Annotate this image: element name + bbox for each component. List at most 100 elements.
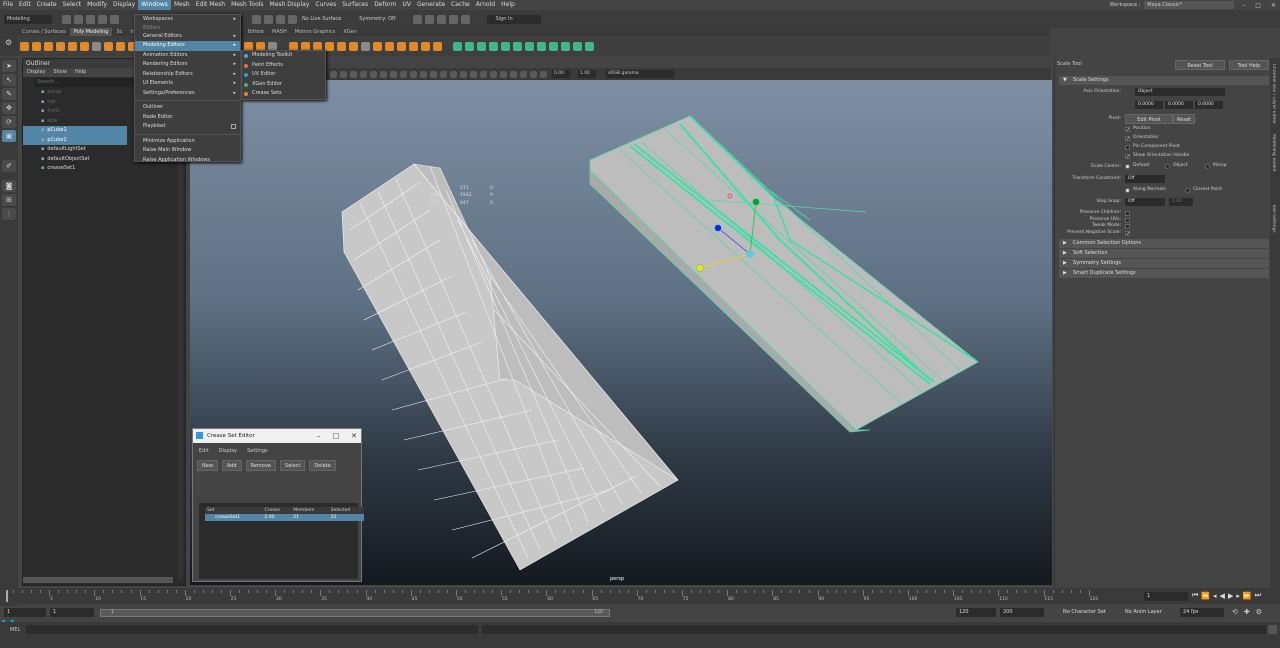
viewport-tool-icon[interactable] bbox=[439, 70, 447, 78]
side-tab[interactable]: Channel Box / Layer Editor bbox=[1271, 64, 1276, 128]
shelf-tool-icon[interactable] bbox=[360, 41, 370, 51]
symmetry-dropdown[interactable]: Symmetry: Off bbox=[359, 16, 395, 22]
pivot-checkbox[interactable]: ✓ bbox=[1125, 127, 1130, 133]
viewport-tool-icon[interactable] bbox=[389, 70, 397, 78]
side-tab[interactable]: Tool Settings bbox=[1271, 204, 1276, 268]
windows-menu-item[interactable]: Rendering Editors ▸ bbox=[135, 60, 240, 70]
step-forward-key-icon[interactable]: ⏩ bbox=[1243, 592, 1252, 600]
playback-start-field[interactable]: 1 bbox=[50, 608, 94, 617]
menu-curves[interactable]: Curves bbox=[312, 0, 339, 10]
menu-surfaces[interactable]: Surfaces bbox=[339, 0, 371, 10]
scale-tool-icon[interactable]: ▣ bbox=[2, 130, 16, 142]
shelf-tool-icon[interactable] bbox=[348, 41, 358, 51]
windows-menu-item[interactable]: UI Elements ▸ bbox=[135, 79, 240, 89]
shelf-gear-icon[interactable]: ⚙ bbox=[0, 28, 18, 56]
windows-menu-item[interactable]: Raise Application Windows bbox=[135, 156, 240, 166]
shelf-tool-icon[interactable] bbox=[55, 41, 65, 51]
open-scene-icon[interactable] bbox=[73, 14, 83, 24]
four-view-icon[interactable]: ⊞ bbox=[2, 194, 16, 206]
outliner-item[interactable]: ▪ pCube1 bbox=[23, 126, 127, 136]
menu-file[interactable]: File bbox=[0, 0, 16, 10]
outliner-menu-show[interactable]: Show bbox=[49, 68, 71, 77]
shelf-tool-icon[interactable] bbox=[43, 41, 53, 51]
crease-menu-settings[interactable]: Settings bbox=[247, 447, 268, 456]
fps-dropdown[interactable]: 24 fps bbox=[1180, 608, 1224, 617]
remove-button[interactable]: Remove bbox=[245, 459, 276, 471]
viewport-tool-icon[interactable] bbox=[539, 70, 547, 78]
current-frame-field[interactable]: 1 bbox=[1144, 592, 1188, 601]
shelf-tool-icon[interactable] bbox=[489, 41, 498, 51]
script-editor-icon[interactable] bbox=[1268, 625, 1277, 634]
outliner-hscrollbar[interactable] bbox=[23, 577, 173, 583]
constraint-radio[interactable] bbox=[1185, 188, 1190, 193]
viewport-tool-icon[interactable] bbox=[379, 70, 387, 78]
menu-uv[interactable]: UV bbox=[400, 0, 415, 10]
windows-menu-item[interactable]: Playblast bbox=[135, 122, 240, 132]
windows-menu-item[interactable]: General Editors ▸ bbox=[135, 32, 240, 42]
menu-generate[interactable]: Generate bbox=[414, 0, 448, 10]
render-icon[interactable] bbox=[412, 14, 422, 24]
menu-windows[interactable]: Windows bbox=[138, 0, 171, 10]
symmetry-settings-section[interactable]: ▶ Symmetry Settings bbox=[1059, 259, 1269, 268]
outliner-menu-display[interactable]: Display bbox=[23, 68, 49, 77]
menu-display[interactable]: Display bbox=[110, 0, 138, 10]
windows-menu-item[interactable]: Modeling Editors ▸ bbox=[135, 41, 240, 51]
shelf-tool-icon[interactable] bbox=[513, 41, 522, 51]
viewport-tool-icon[interactable] bbox=[509, 70, 517, 78]
shelf-tool-icon[interactable] bbox=[525, 41, 534, 51]
render-view-icon[interactable] bbox=[460, 14, 470, 24]
ipr-icon[interactable] bbox=[424, 14, 434, 24]
viewport-tool-icon[interactable] bbox=[349, 70, 357, 78]
reset-tool-button[interactable]: Reset Tool bbox=[1175, 60, 1225, 70]
shelf-tool-icon[interactable] bbox=[465, 41, 474, 51]
viewport-tool-icon[interactable] bbox=[529, 70, 537, 78]
mode-dropdown[interactable]: Modeling bbox=[4, 14, 52, 24]
snap-view-icon[interactable] bbox=[287, 14, 297, 24]
side-tab[interactable]: Modelling Toolkit bbox=[1271, 134, 1276, 198]
viewport-tool-icon[interactable] bbox=[409, 70, 417, 78]
shelf-tool-icon[interactable] bbox=[537, 41, 546, 51]
crease-editor-titlebar[interactable]: Crease Set Editor – □ ✕ bbox=[193, 429, 361, 443]
viewport-tool-icon[interactable] bbox=[329, 70, 337, 78]
option-box-icon[interactable] bbox=[231, 124, 236, 129]
shelf-tool-icon[interactable] bbox=[408, 41, 418, 51]
shelf-tab[interactable]: Curves / Surfaces bbox=[18, 28, 70, 36]
snap-grid-icon[interactable] bbox=[251, 14, 261, 24]
redo-icon[interactable] bbox=[109, 14, 119, 24]
outliner-item[interactable]: ▪ creaseSet1 bbox=[23, 164, 185, 174]
shelf-tool-icon[interactable] bbox=[19, 41, 29, 51]
render-settings-icon[interactable] bbox=[436, 14, 446, 24]
new-scene-icon[interactable] bbox=[61, 14, 71, 24]
current-time-marker[interactable] bbox=[6, 590, 8, 602]
save-scene-icon[interactable] bbox=[85, 14, 95, 24]
scale-center-radio[interactable] bbox=[1205, 164, 1210, 169]
select-button[interactable]: Select bbox=[279, 459, 306, 471]
exposure-field[interactable]: 0.00 bbox=[552, 70, 570, 78]
shelf-tab[interactable]: Bifrost bbox=[244, 28, 268, 36]
paint-select-icon[interactable]: ✎ bbox=[2, 88, 16, 100]
viewport-tool-icon[interactable] bbox=[399, 70, 407, 78]
modeling-editor-item[interactable]: XGen Editor bbox=[242, 80, 325, 90]
scale-center-radio[interactable] bbox=[1125, 164, 1130, 169]
add-button[interactable]: Add bbox=[221, 459, 242, 471]
scale-settings-section[interactable]: ▼ Scale Settings bbox=[1059, 76, 1269, 85]
shelf-tab[interactable]: Motion Graphics bbox=[291, 28, 340, 36]
windows-menu-item[interactable]: Raise Main Window bbox=[135, 146, 240, 156]
hypershade-icon[interactable] bbox=[448, 14, 458, 24]
viewport-tool-icon[interactable] bbox=[489, 70, 497, 78]
layout-icon[interactable]: ⋮ bbox=[2, 208, 16, 220]
maximize-icon[interactable]: □ bbox=[1255, 2, 1261, 9]
constraint-radio[interactable] bbox=[1125, 188, 1130, 193]
close-icon[interactable]: ✕ bbox=[1271, 2, 1276, 9]
play-back-icon[interactable]: ◀ bbox=[1220, 592, 1225, 600]
shelf-tool-icon[interactable] bbox=[477, 41, 486, 51]
shelf-tool-icon[interactable] bbox=[79, 41, 89, 51]
snap-curve-icon[interactable] bbox=[263, 14, 273, 24]
shelf-tool-icon[interactable] bbox=[103, 41, 113, 51]
crease-menu-edit[interactable]: Edit bbox=[199, 447, 209, 456]
range-bar[interactable]: 1 120 bbox=[100, 609, 610, 617]
viewport-tool-icon[interactable] bbox=[359, 70, 367, 78]
menu-select[interactable]: Select bbox=[60, 0, 85, 10]
menu-mesh[interactable]: Mesh bbox=[171, 0, 193, 10]
live-surface-field[interactable]: No Live Surface bbox=[302, 16, 341, 22]
